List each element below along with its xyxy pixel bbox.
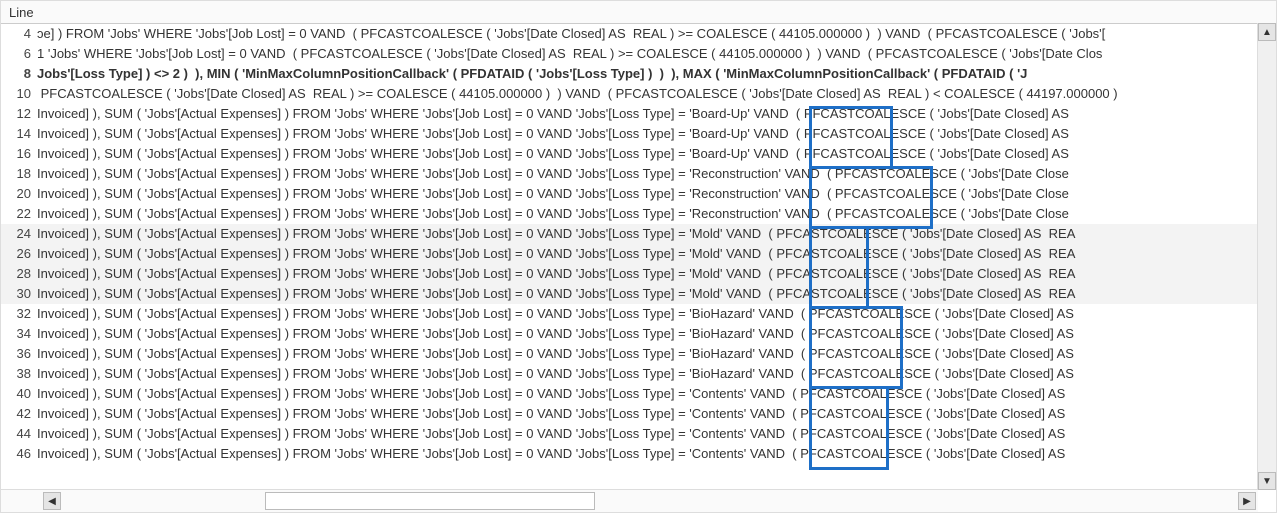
line-text: Invoiced] ), SUM ( 'Jobs'[Actual Expense…: [37, 164, 1069, 184]
line-number: 22: [1, 204, 37, 224]
line-number: 44: [1, 424, 37, 444]
code-row[interactable]: 28Invoiced] ), SUM ( 'Jobs'[Actual Expen…: [1, 264, 1276, 284]
line-number: 4: [1, 24, 37, 44]
line-number: 30: [1, 284, 37, 304]
code-row[interactable]: 22Invoiced] ), SUM ( 'Jobs'[Actual Expen…: [1, 204, 1276, 224]
code-row[interactable]: 42Invoiced] ), SUM ( 'Jobs'[Actual Expen…: [1, 404, 1276, 424]
line-text: Jobs'[Loss Type] ) <> 2 ) ), MIN ( 'MinM…: [37, 64, 1027, 84]
trace-viewer: Line 4ɔe] ) FROM 'Jobs' WHERE 'Jobs'[Job…: [0, 0, 1277, 513]
line-text: Invoiced] ), SUM ( 'Jobs'[Actual Expense…: [37, 304, 1074, 324]
line-text: Invoiced] ), SUM ( 'Jobs'[Actual Expense…: [37, 224, 1075, 244]
code-row[interactable]: 16Invoiced] ), SUM ( 'Jobs'[Actual Expen…: [1, 144, 1276, 164]
line-text: Invoiced] ), SUM ( 'Jobs'[Actual Expense…: [37, 284, 1075, 304]
line-number: 32: [1, 304, 37, 324]
line-text: Invoiced] ), SUM ( 'Jobs'[Actual Expense…: [37, 424, 1069, 444]
line-text: 1 'Jobs' WHERE 'Jobs'[Job Lost] = 0 VAND…: [37, 44, 1102, 64]
code-row[interactable]: 4ɔe] ) FROM 'Jobs' WHERE 'Jobs'[Job Lost…: [1, 24, 1276, 44]
line-text: Invoiced] ), SUM ( 'Jobs'[Actual Expense…: [37, 104, 1069, 124]
line-text: Invoiced] ), SUM ( 'Jobs'[Actual Expense…: [37, 184, 1069, 204]
line-text: Invoiced] ), SUM ( 'Jobs'[Actual Expense…: [37, 404, 1069, 424]
column-header-line[interactable]: Line: [9, 5, 34, 20]
line-number: 46: [1, 444, 37, 464]
line-number: 38: [1, 364, 37, 384]
code-row[interactable]: 14Invoiced] ), SUM ( 'Jobs'[Actual Expen…: [1, 124, 1276, 144]
line-text: Invoiced] ), SUM ( 'Jobs'[Actual Expense…: [37, 204, 1069, 224]
grid-header: Line: [1, 1, 1276, 24]
grid-body[interactable]: 4ɔe] ) FROM 'Jobs' WHERE 'Jobs'[Job Lost…: [1, 24, 1276, 491]
line-number: 12: [1, 104, 37, 124]
line-number: 34: [1, 324, 37, 344]
line-number: 42: [1, 404, 37, 424]
line-text: Invoiced] ), SUM ( 'Jobs'[Actual Expense…: [37, 384, 1069, 404]
scroll-up-icon[interactable]: ▲: [1258, 23, 1276, 41]
line-number: 10: [1, 84, 37, 104]
code-row[interactable]: 32Invoiced] ), SUM ( 'Jobs'[Actual Expen…: [1, 304, 1276, 324]
goto-input[interactable]: [265, 492, 595, 510]
code-row[interactable]: 26Invoiced] ), SUM ( 'Jobs'[Actual Expen…: [1, 244, 1276, 264]
horizontal-scrollbar[interactable]: ◀ ▶: [1, 489, 1258, 512]
code-row[interactable]: 24Invoiced] ), SUM ( 'Jobs'[Actual Expen…: [1, 224, 1276, 244]
line-text: Invoiced] ), SUM ( 'Jobs'[Actual Expense…: [37, 244, 1075, 264]
line-number: 28: [1, 264, 37, 284]
code-row[interactable]: 38Invoiced] ), SUM ( 'Jobs'[Actual Expen…: [1, 364, 1276, 384]
line-number: 14: [1, 124, 37, 144]
line-number: 16: [1, 144, 37, 164]
line-number: 8: [1, 64, 37, 84]
line-number: 40: [1, 384, 37, 404]
code-row[interactable]: 30Invoiced] ), SUM ( 'Jobs'[Actual Expen…: [1, 284, 1276, 304]
vertical-scrollbar[interactable]: ▲ ▼: [1257, 23, 1276, 490]
code-row[interactable]: 34Invoiced] ), SUM ( 'Jobs'[Actual Expen…: [1, 324, 1276, 344]
line-number: 18: [1, 164, 37, 184]
code-row[interactable]: 61 'Jobs' WHERE 'Jobs'[Job Lost] = 0 VAN…: [1, 44, 1276, 64]
code-row[interactable]: 46Invoiced] ), SUM ( 'Jobs'[Actual Expen…: [1, 444, 1276, 464]
line-text: Invoiced] ), SUM ( 'Jobs'[Actual Expense…: [37, 124, 1069, 144]
code-row[interactable]: 12Invoiced] ), SUM ( 'Jobs'[Actual Expen…: [1, 104, 1276, 124]
line-text: Invoiced] ), SUM ( 'Jobs'[Actual Expense…: [37, 264, 1075, 284]
scroll-track[interactable]: [1258, 41, 1276, 472]
line-number: 24: [1, 224, 37, 244]
line-text: Invoiced] ), SUM ( 'Jobs'[Actual Expense…: [37, 444, 1069, 464]
line-text: Invoiced] ), SUM ( 'Jobs'[Actual Expense…: [37, 344, 1074, 364]
line-number: 20: [1, 184, 37, 204]
line-number: 26: [1, 244, 37, 264]
line-number: 36: [1, 344, 37, 364]
code-row[interactable]: 44Invoiced] ), SUM ( 'Jobs'[Actual Expen…: [1, 424, 1276, 444]
scroll-down-icon[interactable]: ▼: [1258, 472, 1276, 490]
line-text: Invoiced] ), SUM ( 'Jobs'[Actual Expense…: [37, 144, 1069, 164]
scroll-left-icon[interactable]: ◀: [43, 492, 61, 510]
code-row[interactable]: 8Jobs'[Loss Type] ) <> 2 ) ), MIN ( 'Min…: [1, 64, 1276, 84]
line-text: Invoiced] ), SUM ( 'Jobs'[Actual Expense…: [37, 324, 1074, 344]
line-text: PFCASTCOALESCE ( 'Jobs'[Date Closed] AS …: [37, 84, 1118, 104]
line-text: Invoiced] ), SUM ( 'Jobs'[Actual Expense…: [37, 364, 1074, 384]
code-row[interactable]: 40Invoiced] ), SUM ( 'Jobs'[Actual Expen…: [1, 384, 1276, 404]
code-row[interactable]: 18Invoiced] ), SUM ( 'Jobs'[Actual Expen…: [1, 164, 1276, 184]
line-number: 6: [1, 44, 37, 64]
code-row[interactable]: 20Invoiced] ), SUM ( 'Jobs'[Actual Expen…: [1, 184, 1276, 204]
code-row[interactable]: 36Invoiced] ), SUM ( 'Jobs'[Actual Expen…: [1, 344, 1276, 364]
code-row[interactable]: 10 PFCASTCOALESCE ( 'Jobs'[Date Closed] …: [1, 84, 1276, 104]
line-text: ɔe] ) FROM 'Jobs' WHERE 'Jobs'[Job Lost]…: [37, 24, 1105, 44]
scroll-right-icon[interactable]: ▶: [1238, 492, 1256, 510]
